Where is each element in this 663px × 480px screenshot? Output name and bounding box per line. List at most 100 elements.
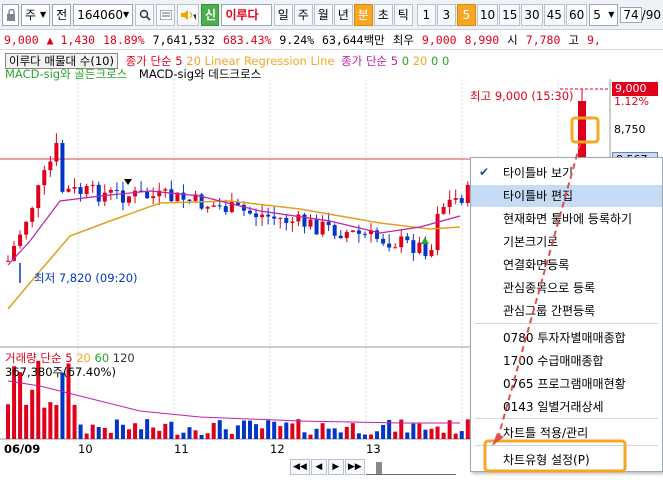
- candle-body: [254, 213, 259, 218]
- volume-bar: [429, 428, 434, 439]
- candle-body: [266, 214, 271, 217]
- volume-bar: [54, 405, 59, 439]
- interval-button-4[interactable]: 15: [499, 3, 521, 26]
- interval-buttons: 1 3 5 10 15 30 45 60: [416, 3, 588, 26]
- volume-bar: [235, 425, 240, 439]
- menu-item-6[interactable]: 관심그룹 간편등록: [471, 300, 662, 322]
- scroll-prev-button[interactable]: ◀: [310, 459, 327, 475]
- period-button-5[interactable]: 초: [373, 3, 393, 26]
- lock-icon[interactable]: [2, 3, 19, 26]
- ask-price-2: 8,990: [464, 33, 500, 47]
- menu-item-3[interactable]: 기본크기로: [471, 231, 662, 253]
- volume-bar: [362, 434, 367, 439]
- period-button-4[interactable]: 분: [353, 3, 373, 26]
- period-buttons: 일주월년분초틱: [273, 3, 413, 26]
- market-select[interactable]: 주 ▼: [21, 3, 51, 26]
- ask-label: 최우: [392, 33, 414, 47]
- volume-bar: [193, 430, 198, 439]
- search-icon[interactable]: [135, 3, 155, 26]
- volume-bar: [18, 372, 23, 439]
- hold-button[interactable]: 전: [52, 3, 72, 26]
- candle-body: [393, 247, 398, 249]
- interval-button-6[interactable]: 45: [543, 3, 565, 26]
- volume-bar: [332, 428, 337, 439]
- volume-bar: [181, 432, 186, 439]
- volume-ma-label: 단순 5: [40, 351, 73, 365]
- period-button-0[interactable]: 일: [273, 3, 293, 26]
- legend-line-2: MACD-sig와 골든크로스 MACD-sig와 데드크로스: [5, 66, 261, 82]
- volume-bar: [320, 423, 325, 439]
- ma2-value-3: 0: [431, 54, 439, 68]
- volume-bar: [241, 420, 246, 439]
- code-input[interactable]: 164060 ▼: [73, 3, 134, 26]
- volume-bar: [381, 424, 386, 439]
- candle-body: [302, 214, 307, 227]
- menu-item-9[interactable]: 0765 프로그램매매현황: [471, 373, 662, 395]
- open-price: 7,780: [525, 33, 561, 47]
- interval-button-3[interactable]: 10: [476, 3, 499, 26]
- scroll-first-button[interactable]: ◀◀: [290, 459, 310, 475]
- speaker-icon[interactable]: ▼: [177, 3, 200, 26]
- menu-item-2[interactable]: 현재화면 툴바에 등록하기: [471, 208, 662, 230]
- menu-item-0[interactable]: 타이틀바 보기: [471, 162, 662, 184]
- zoom-slider-thumb[interactable]: [375, 462, 382, 474]
- candle-body: [350, 230, 355, 232]
- high-label: 고: [568, 33, 579, 47]
- candle-body: [248, 210, 252, 214]
- scroll-next-button[interactable]: ▶: [327, 459, 344, 475]
- volume-bar: [405, 432, 410, 439]
- menu-item-5[interactable]: 관심종목으로 등록: [471, 277, 662, 299]
- menu-item-12[interactable]: 차트유형 설정(P): [471, 449, 662, 471]
- date-label-4: 12: [270, 442, 285, 456]
- count-select[interactable]: 5 ▼: [589, 3, 619, 26]
- volume-bar: [175, 434, 180, 439]
- menu-item-1[interactable]: 타이틀바 편집: [471, 185, 662, 207]
- candle-body: [429, 250, 434, 257]
- volume-bar: [114, 419, 119, 439]
- candle-body: [102, 192, 107, 202]
- menu-item-7[interactable]: 0780 투자자별매매종합: [471, 327, 662, 349]
- candle-body: [72, 187, 77, 189]
- scroll-last-button[interactable]: ▶▶: [344, 459, 365, 475]
- counter-total: /90: [641, 7, 661, 22]
- candle-body: [108, 189, 113, 193]
- volume-ma-60: 60: [94, 351, 110, 365]
- volume-bar: [266, 420, 271, 439]
- list-icon[interactable]: [156, 3, 176, 26]
- date-label-2: 10: [78, 442, 93, 456]
- ma2-value-4: 0: [442, 54, 450, 68]
- volume-value: 367,380주(67.40%): [5, 365, 116, 379]
- period-button-1[interactable]: 주: [293, 3, 313, 26]
- volume-ma-20: 20: [76, 351, 91, 365]
- volume-bar: [314, 428, 319, 439]
- interval-button-5[interactable]: 30: [521, 3, 543, 26]
- interval-button-1[interactable]: 3: [436, 3, 456, 26]
- zoom-slider[interactable]: [365, 459, 456, 475]
- period-button-3[interactable]: 년: [333, 3, 353, 26]
- candle-body: [356, 230, 361, 234]
- candle-body: [381, 238, 386, 244]
- interval-button-2[interactable]: 5: [456, 3, 476, 26]
- interval-button-7[interactable]: 60: [565, 3, 588, 26]
- period-button-2[interactable]: 월: [313, 3, 333, 26]
- candle-body: [399, 236, 404, 248]
- candle-body: [308, 219, 313, 227]
- period-button-6[interactable]: 틱: [393, 3, 413, 26]
- menu-item-11[interactable]: 차트틀 적용/관리: [471, 422, 662, 444]
- menu-item-8[interactable]: 1700 수급매매종합: [471, 350, 662, 372]
- candle-body: [338, 235, 343, 239]
- volume-bar: [453, 433, 458, 439]
- candle-body: [387, 243, 392, 248]
- menu-item-10[interactable]: 0143 일별거래상세: [471, 396, 662, 418]
- new-listing-badge: 신: [201, 3, 220, 26]
- candle-body: [411, 240, 416, 253]
- dead-cross-label: MACD-sig와 데드크로스: [138, 67, 262, 81]
- candle-body: [127, 196, 131, 203]
- interval-button-0[interactable]: 1: [416, 3, 436, 26]
- dead-cross-marker: [124, 179, 132, 185]
- candle-body: [435, 213, 440, 251]
- high-price: 9,: [586, 33, 601, 47]
- chevron-down-icon: ▼: [40, 10, 47, 19]
- menu-item-4[interactable]: 연결화면등록: [471, 254, 662, 276]
- volume-bar: [127, 429, 131, 439]
